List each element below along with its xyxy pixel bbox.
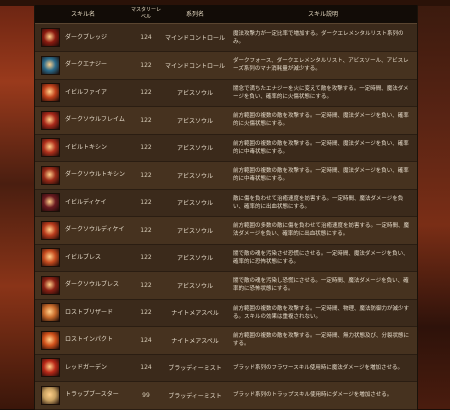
skill-name: トラップブースター [65, 391, 119, 398]
skill-name: イビルブレス [65, 253, 102, 261]
skill-name: ダークソウルディケイ [65, 226, 125, 233]
table-row: イビルファイア 122 アビスソウル 闇念で満ちたエナジーを火に変えて敵を攻撃する。一… [35, 79, 417, 107]
skill-name: イビルトキシン [65, 143, 108, 151]
mastery-level: 122 [140, 254, 152, 261]
skill-description: ブラッド系列のトラップスキル使用時にダメージを増加させる。 [233, 392, 393, 398]
mastery-level: 122 [140, 89, 152, 96]
table-header: スキル名 マスタリーレベル 系列名 スキル説明 [35, 5, 417, 24]
tree-name: ブラッディーミスト [168, 365, 222, 372]
tree-name: アビスソウル [176, 172, 213, 180]
skill-description: 前方範囲の複数の敵を攻撃する。一定時間、魔法ダメージを負い、確率的に火傷状態にす… [233, 113, 409, 127]
skill-name: イビルディケイ [65, 198, 107, 206]
mastery-level: 122 [140, 61, 152, 69]
table-row: ダークブレッジ 124 マインドコントロール 魔法攻撃力が一定比率で増加する。ダークエ… [35, 24, 417, 52]
table-row: ロストインパクト 124 ナイトメアスペル 前方範囲の複数の敵を攻撃する。一定時間、無… [35, 326, 417, 355]
skill-description: 闇で敵の魂を汚染させ恐慌にさせる。一定時間、魔法ダメージを負い、確率的に恐怖状態… [233, 250, 409, 265]
tree-name: ブラッディーミスト [168, 392, 222, 400]
tree-name: ナイトメアスペル [171, 310, 219, 317]
table-row: トラップブースター 99 ブラッディーミスト ブラッド系列のトラップスキル使用時にダメ… [35, 381, 417, 410]
mastery-level: 124 [140, 336, 152, 344]
dark-soul-bless-icon [41, 275, 60, 295]
header-skill-name: スキル名 [70, 10, 95, 18]
tree-name: アビスソウル [176, 282, 213, 290]
mastery-level: 99 [142, 391, 150, 399]
skill-description: 前方範囲の複数の敵を攻撃する。一定時間、魔法ダメージを負い、確率的に中毒状態にす… [233, 140, 409, 155]
dark-energy-icon [41, 55, 60, 75]
tree-name: ナイトメアスペル [171, 337, 219, 345]
table-row: レッドガーデン 124 ブラッディーミスト ブラッド系列のフラワースキル使用時に魔法ダ… [35, 354, 417, 382]
skill-table: スキル名 マスタリーレベル 系列名 スキル説明 ダークブレッジ 124 マインドコン… [34, 5, 418, 410]
skill-description: 前方範囲の複数の敵を攻撃する。一定時間、無力状態及び、分裂状態にする。 [233, 333, 410, 347]
dark-swirl-icon [41, 28, 60, 47]
dark-soul-flame-icon [41, 110, 60, 130]
tree-name: マインドコントロール [164, 35, 225, 42]
skill-description: 闇で敵の魂を汚染し恐慌にさせる。一定時間、魔法ダメージを負い、確率的に恐怖状態に… [233, 278, 409, 292]
skill-name: ダークソウルトキシン [65, 171, 126, 178]
skill-name: イビルファイア [65, 88, 108, 96]
skill-name: ダークソウルフレイム [65, 116, 125, 123]
mastery-level: 124 [140, 34, 152, 41]
lost-blizzard-icon [41, 303, 60, 322]
tree-name: アビスソウル [176, 145, 213, 152]
trap-booster-icon [41, 385, 60, 405]
skill-description: 前方範囲の複数の敵を攻撃する。一定時間、物理、魔法防御力が減少する。スキルの効果… [233, 305, 410, 320]
mastery-level: 124 [140, 364, 152, 371]
table-row: ダークソウルディケイ 122 アビスソウル 前方範囲の多数の敵に傷を負わせて治癒速度を… [35, 216, 417, 245]
skill-description: ダークフォース、ダークエレメンタルリスト、アビスソール、アビスレーズ系列のマナ消… [233, 58, 409, 72]
evil-decay-icon [41, 193, 60, 212]
tree-name: アビスソウル [176, 90, 213, 97]
tree-name: マインドコントロール [164, 62, 225, 70]
mastery-level: 122 [140, 144, 152, 151]
mastery-level: 122 [140, 199, 152, 206]
table-row: ダークソウルトキシン 122 アビスソウル 前方範囲の複数の敵を攻撃する。一定時間、魔… [35, 161, 417, 190]
mastery-level: 122 [140, 226, 152, 234]
background-art-left [0, 0, 34, 409]
table-row: イビルディケイ 122 アビスソウル 敵に傷を負わせて治癒速度を妨害する。一定時間、魔… [35, 189, 417, 217]
skill-description: 闇念で満ちたエナジーを火に変えて敵を攻撃する。一定時間、魔法ダメージを負い、確率… [233, 85, 409, 100]
skill-description: 前方範囲の多数の敵に傷を負わせて治癒速度を妨害する。一定時間、魔法ダメージを負い… [233, 223, 410, 237]
mastery-level: 122 [140, 281, 152, 289]
header-tree-name: 系列名 [185, 10, 204, 18]
skill-name: ダークブレッジ [65, 33, 108, 41]
evil-bless-icon [41, 248, 60, 267]
dark-soul-decay-icon [41, 220, 60, 240]
skill-name: ロストブリザード [65, 308, 114, 316]
background-art-right [416, 0, 450, 409]
lost-impact-icon [41, 330, 60, 350]
table-row: イビルトキシン 122 アビスソウル 前方範囲の複数の敵を攻撃する。一定時間、魔法ダメ… [35, 134, 417, 162]
skill-name: ダークソウルブレス [65, 281, 120, 288]
dark-soul-toxin-icon [41, 165, 60, 185]
skill-description: 前方範囲の複数の敵を攻撃する。一定時間、魔法ダメージを負い、確率的に中毒状態にす… [233, 168, 409, 182]
mastery-level: 122 [140, 309, 152, 316]
table-row: イビルブレス 122 アビスソウル 闇で敵の魂を汚染させ恐慌にさせる。一定時間、魔法ダ… [35, 244, 417, 272]
mastery-level: 122 [140, 116, 152, 124]
skill-name: レッドガーデン [65, 363, 108, 371]
evil-fire-icon [41, 83, 60, 102]
table-row: ダークソウルブレス 122 アビスソウル 闇で敵の魂を汚染し恐慌にさせる。一定時間、魔… [35, 271, 417, 300]
tree-name: アビスソウル [176, 117, 213, 125]
skill-description: 敵に傷を負わせて治癒速度を妨害する。一定時間、魔法ダメージを負い、確率的に出血状… [233, 195, 404, 210]
tree-name: アビスソウル [176, 255, 213, 262]
header-mastery-level: マスタリーレベル [131, 7, 162, 20]
tree-name: アビスソウル [176, 200, 213, 207]
skill-description: ブラッド系列のフラワースキル使用時に魔法ダメージを増加させる。 [233, 364, 403, 371]
tree-name: アビスソウル [176, 227, 213, 235]
skill-name: ロストインパクト [65, 336, 114, 343]
header-description: スキル説明 [307, 10, 338, 18]
skill-name: ダークエナジー [65, 61, 108, 68]
red-garden-icon [41, 358, 60, 377]
table-row: ロストブリザード 122 ナイトメアスペル 前方範囲の複数の敵を攻撃する。一定時間、物… [35, 299, 417, 327]
mastery-level: 122 [140, 171, 152, 179]
table-row: ダークエナジー 122 マインドコントロール ダークフォース、ダークエレメンタルリスト… [35, 51, 417, 80]
evil-toxin-icon [41, 138, 60, 157]
table-row: ダークソウルフレイム 122 アビスソウル 前方範囲の複数の敵を攻撃する。一定時間、魔… [35, 106, 417, 135]
skill-description: 魔法攻撃力が一定比率で増加する。ダークエレメンタルリスト系列のみ。 [233, 30, 404, 45]
